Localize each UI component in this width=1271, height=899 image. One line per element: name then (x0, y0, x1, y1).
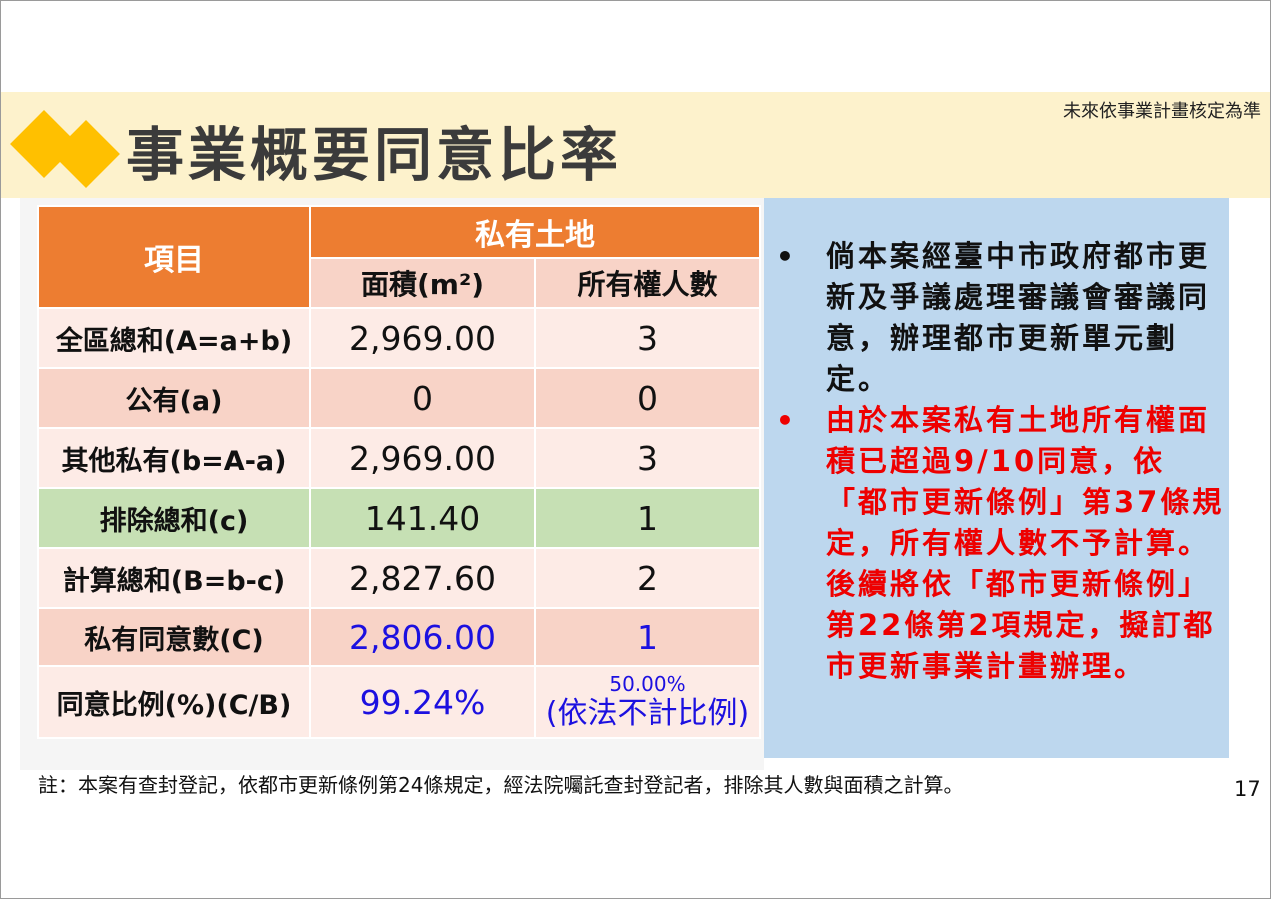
top-note: 未來依事業計畫核定為準 (1063, 101, 1261, 122)
bullet-marker: • (776, 240, 794, 273)
bullet-marker: • (776, 404, 794, 437)
row-label: 私有同意數(C) (37, 607, 311, 667)
area-cell: 0 (309, 367, 536, 429)
table-row: 全區總和(A=a+b) 2,969.00 3 (37, 307, 761, 369)
row-label: 全區總和(A=a+b) (37, 307, 311, 369)
owners-ratio-note: (依法不計比例) (545, 696, 750, 731)
page-number: 17 (1234, 777, 1261, 801)
area-cell: 99.24% (309, 665, 536, 739)
area-cell: 2,969.00 (309, 307, 536, 369)
row-label: 其他私有(b=A-a) (37, 427, 311, 489)
footnote: 註：本案有查封登記，依都市更新條例第24條規定，經法院囑託查封登記者，排除其人數… (38, 773, 964, 797)
row-label: 排除總和(c) (37, 487, 311, 549)
consent-ratio-table: 項目 私有土地 面積(m²) 所有權人數 全區總和(A=a+b) 2,969.0… (37, 205, 761, 739)
owners-ratio: 50.00% (609, 672, 686, 696)
area-column-header: 面積(m²) (309, 257, 536, 309)
owners-column-header: 所有權人數 (534, 257, 761, 309)
owners-cell: 1 (534, 607, 761, 667)
owners-cell: 3 (534, 307, 761, 369)
owners-cell: 0 (534, 367, 761, 429)
area-cell: 2,827.60 (309, 547, 536, 609)
row-label: 計算總和(B=b-c) (37, 547, 311, 609)
row-label: 同意比例(%)(C/B) (37, 665, 311, 739)
owners-cell: 50.00% (依法不計比例) (534, 665, 761, 739)
owners-cell: 3 (534, 427, 761, 489)
area-cell: 2,969.00 (309, 427, 536, 489)
item-header: 項目 (37, 205, 311, 309)
page-title: 事業概要同意比率 (126, 121, 623, 189)
area-cell: 141.40 (309, 487, 536, 549)
table-row: 計算總和(B=b-c) 2,827.60 2 (37, 547, 761, 609)
table-row: 私有同意數(C) 2,806.00 1 (37, 607, 761, 667)
bullet-text: 由於本案私有土地所有權面積已超過9/10同意，依「都市更新條例」第37條規定，所… (826, 403, 1225, 683)
table-row: 其他私有(b=A-a) 2,969.00 3 (37, 427, 761, 489)
table-row: 公有(a) 0 0 (37, 367, 761, 429)
owners-cell: 1 (534, 487, 761, 549)
area-cell: 2,806.00 (309, 607, 536, 667)
table-row: 排除總和(c) 141.40 1 (37, 487, 761, 549)
table-row: 同意比例(%)(C/B) 99.24% 50.00% (依法不計比例) (37, 665, 761, 739)
owners-cell: 2 (534, 547, 761, 609)
bullet-text: 倘本案經臺中市政府都市更新及爭議處理審議會審議同意，辦理都市更新單元劃定。 (826, 239, 1211, 396)
private-land-header: 私有土地 (309, 205, 761, 259)
row-label: 公有(a) (37, 367, 311, 429)
